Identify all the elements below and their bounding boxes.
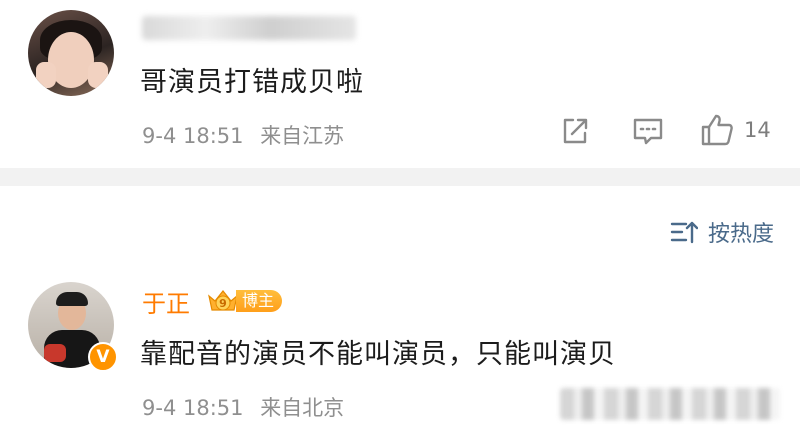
crown-level-icon: 9	[208, 290, 238, 311]
comment-icon	[633, 118, 663, 145]
share-button[interactable]	[560, 116, 590, 146]
thumbs-up-icon	[701, 114, 733, 146]
reply-button[interactable]	[632, 116, 664, 146]
comment-location: 来自北京	[260, 396, 345, 420]
blogger-label: 博主	[236, 290, 283, 312]
comment-meta: 9-4 18:51 来自北京	[142, 392, 344, 422]
like-count: 14	[744, 118, 771, 142]
like-button[interactable]: 14	[700, 112, 771, 148]
avatar[interactable]	[28, 10, 114, 96]
avatar-hand	[88, 62, 108, 88]
avatar-hair	[56, 292, 88, 306]
avatar-hand	[36, 62, 56, 88]
comment-text: 哥演员打错成贝啦	[140, 67, 364, 98]
comment-time: 9-4 18:51	[142, 124, 244, 148]
badge-level: 9	[219, 297, 227, 310]
sort-toggle[interactable]: 按热度	[670, 216, 774, 248]
comment-time: 9-4 18:51	[142, 396, 244, 420]
obscured-actions	[560, 388, 780, 420]
section-divider	[0, 168, 800, 186]
sort-label: 按热度	[707, 222, 774, 247]
author-badge: 9 博主	[206, 288, 283, 314]
username[interactable]: 于正	[142, 284, 190, 319]
comment-text: 靠配音的演员不能叫演员，只能叫演贝	[140, 339, 616, 370]
avatar-detail	[44, 344, 66, 362]
verified-badge: V	[88, 342, 118, 372]
comment-meta: 9-4 18:51 来自江苏	[142, 120, 344, 150]
comment-location: 来自江苏	[260, 124, 345, 148]
share-icon	[563, 118, 588, 144]
obscured-username[interactable]	[142, 16, 356, 40]
sort-icon	[670, 221, 698, 244]
comment-item-1: 哥演员打错成贝啦 9-4 18:51 来自江苏 14	[0, 0, 800, 168]
